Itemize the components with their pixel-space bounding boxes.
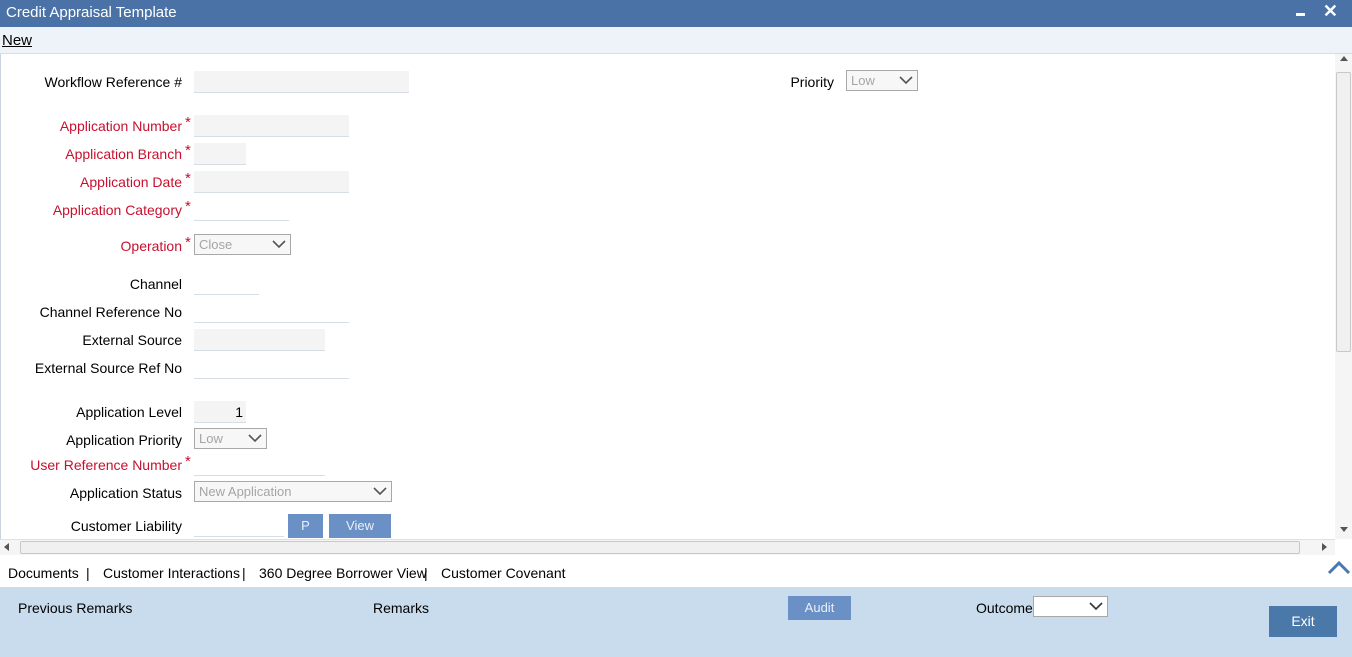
window-title: Credit Appraisal Template xyxy=(6,4,177,21)
tab-customer-interactions[interactable]: Customer Interactions xyxy=(103,565,240,581)
channel-reference-label: Channel Reference No xyxy=(39,304,182,320)
application-priority-value: Low xyxy=(199,431,223,446)
application-category-field[interactable] xyxy=(194,199,289,221)
audit-button[interactable]: Audit xyxy=(788,596,851,620)
application-number-field[interactable] xyxy=(194,115,349,137)
outcome-label: Outcome xyxy=(976,600,1033,616)
operation-value: Close xyxy=(199,237,233,252)
chevron-down-icon xyxy=(1089,602,1103,611)
external-source-ref-field[interactable] xyxy=(194,357,349,379)
scroll-left-icon[interactable] xyxy=(4,543,9,551)
application-category-label: Application Category xyxy=(52,202,182,218)
external-source-label: External Source xyxy=(82,332,182,348)
required-mark: * xyxy=(185,170,191,187)
tab-360-degree-borrower-view[interactable]: 360 Degree Borrower View xyxy=(259,565,427,581)
scroll-down-icon[interactable] xyxy=(1340,527,1348,532)
outcome-select[interactable] xyxy=(1033,596,1108,617)
priority-value: Low xyxy=(851,73,875,88)
required-mark: * xyxy=(185,142,191,159)
channel-field[interactable] xyxy=(194,273,259,295)
required-mark: * xyxy=(185,453,191,470)
p-button[interactable]: P xyxy=(288,514,323,538)
vertical-scroll-thumb[interactable] xyxy=(1336,72,1351,352)
horizontal-scroll-thumb[interactable] xyxy=(20,541,1300,554)
chevron-down-icon xyxy=(899,76,913,85)
tab-separator: | xyxy=(424,565,428,581)
application-date-label: Application Date xyxy=(80,174,182,190)
external-source-ref-label: External Source Ref No xyxy=(34,360,182,376)
external-source-field[interactable] xyxy=(194,329,325,351)
operation-select[interactable]: Close xyxy=(194,234,291,255)
priority-label: Priority xyxy=(790,74,834,90)
tab-customer-covenant[interactable]: Customer Covenant xyxy=(441,565,566,581)
workflow-reference-label: Workflow Reference # xyxy=(44,74,182,90)
user-reference-label: User Reference Number xyxy=(30,457,182,473)
new-link[interactable]: New xyxy=(2,32,32,49)
application-level-field[interactable]: 1 xyxy=(194,401,246,423)
chevron-down-icon xyxy=(373,487,387,496)
required-mark: * xyxy=(185,114,191,131)
channel-label: Channel xyxy=(129,276,182,292)
application-number-label: Application Number xyxy=(59,118,182,134)
application-date-field[interactable] xyxy=(194,171,349,193)
scroll-up-icon[interactable] xyxy=(1340,56,1348,61)
form-area: Workflow Reference # Priority Low Applic… xyxy=(0,54,1336,539)
exit-button[interactable]: Exit xyxy=(1269,606,1337,637)
close-icon[interactable]: ✕ xyxy=(1323,0,1338,22)
view-button[interactable]: View xyxy=(329,514,391,538)
scroll-right-icon[interactable] xyxy=(1322,543,1327,551)
tabs-bar: Documents | Customer Interactions | 360 … xyxy=(0,560,1352,586)
tab-separator: | xyxy=(242,565,246,581)
tab-documents[interactable]: Documents xyxy=(8,565,79,581)
workflow-reference-field[interactable] xyxy=(194,71,409,93)
operation-label: Operation xyxy=(120,238,182,254)
remarks-link[interactable]: Remarks xyxy=(373,600,429,616)
customer-liability-label: Customer Liability xyxy=(70,518,182,534)
vertical-scrollbar[interactable] xyxy=(1335,54,1352,539)
minimize-icon[interactable] xyxy=(1294,2,1308,22)
required-mark: * xyxy=(185,198,191,215)
required-mark: * xyxy=(185,234,191,251)
footer-bar: Previous Remarks Remarks Audit Outcome E… xyxy=(0,587,1352,657)
application-branch-label: Application Branch xyxy=(65,146,182,162)
horizontal-scrollbar[interactable] xyxy=(0,539,1335,555)
application-branch-field[interactable] xyxy=(194,143,246,165)
application-level-label: Application Level xyxy=(76,404,182,420)
previous-remarks-link[interactable]: Previous Remarks xyxy=(18,600,132,616)
channel-reference-field[interactable] xyxy=(194,301,349,323)
chevron-down-icon xyxy=(248,434,262,443)
title-bar: Credit Appraisal Template ✕ xyxy=(0,0,1352,27)
customer-liability-field[interactable] xyxy=(194,515,284,537)
application-status-select[interactable]: New Application xyxy=(194,481,392,502)
tab-separator: | xyxy=(86,565,90,581)
application-priority-label: Application Priority xyxy=(66,432,182,448)
priority-select[interactable]: Low xyxy=(846,70,918,91)
chevron-down-icon xyxy=(272,240,286,249)
application-priority-select[interactable]: Low xyxy=(194,428,267,449)
user-reference-field[interactable] xyxy=(194,454,325,476)
chevron-up-icon[interactable] xyxy=(1327,560,1351,576)
application-status-value: New Application xyxy=(199,484,292,499)
menu-bar: New xyxy=(0,27,1352,54)
application-status-label: Application Status xyxy=(69,485,182,501)
